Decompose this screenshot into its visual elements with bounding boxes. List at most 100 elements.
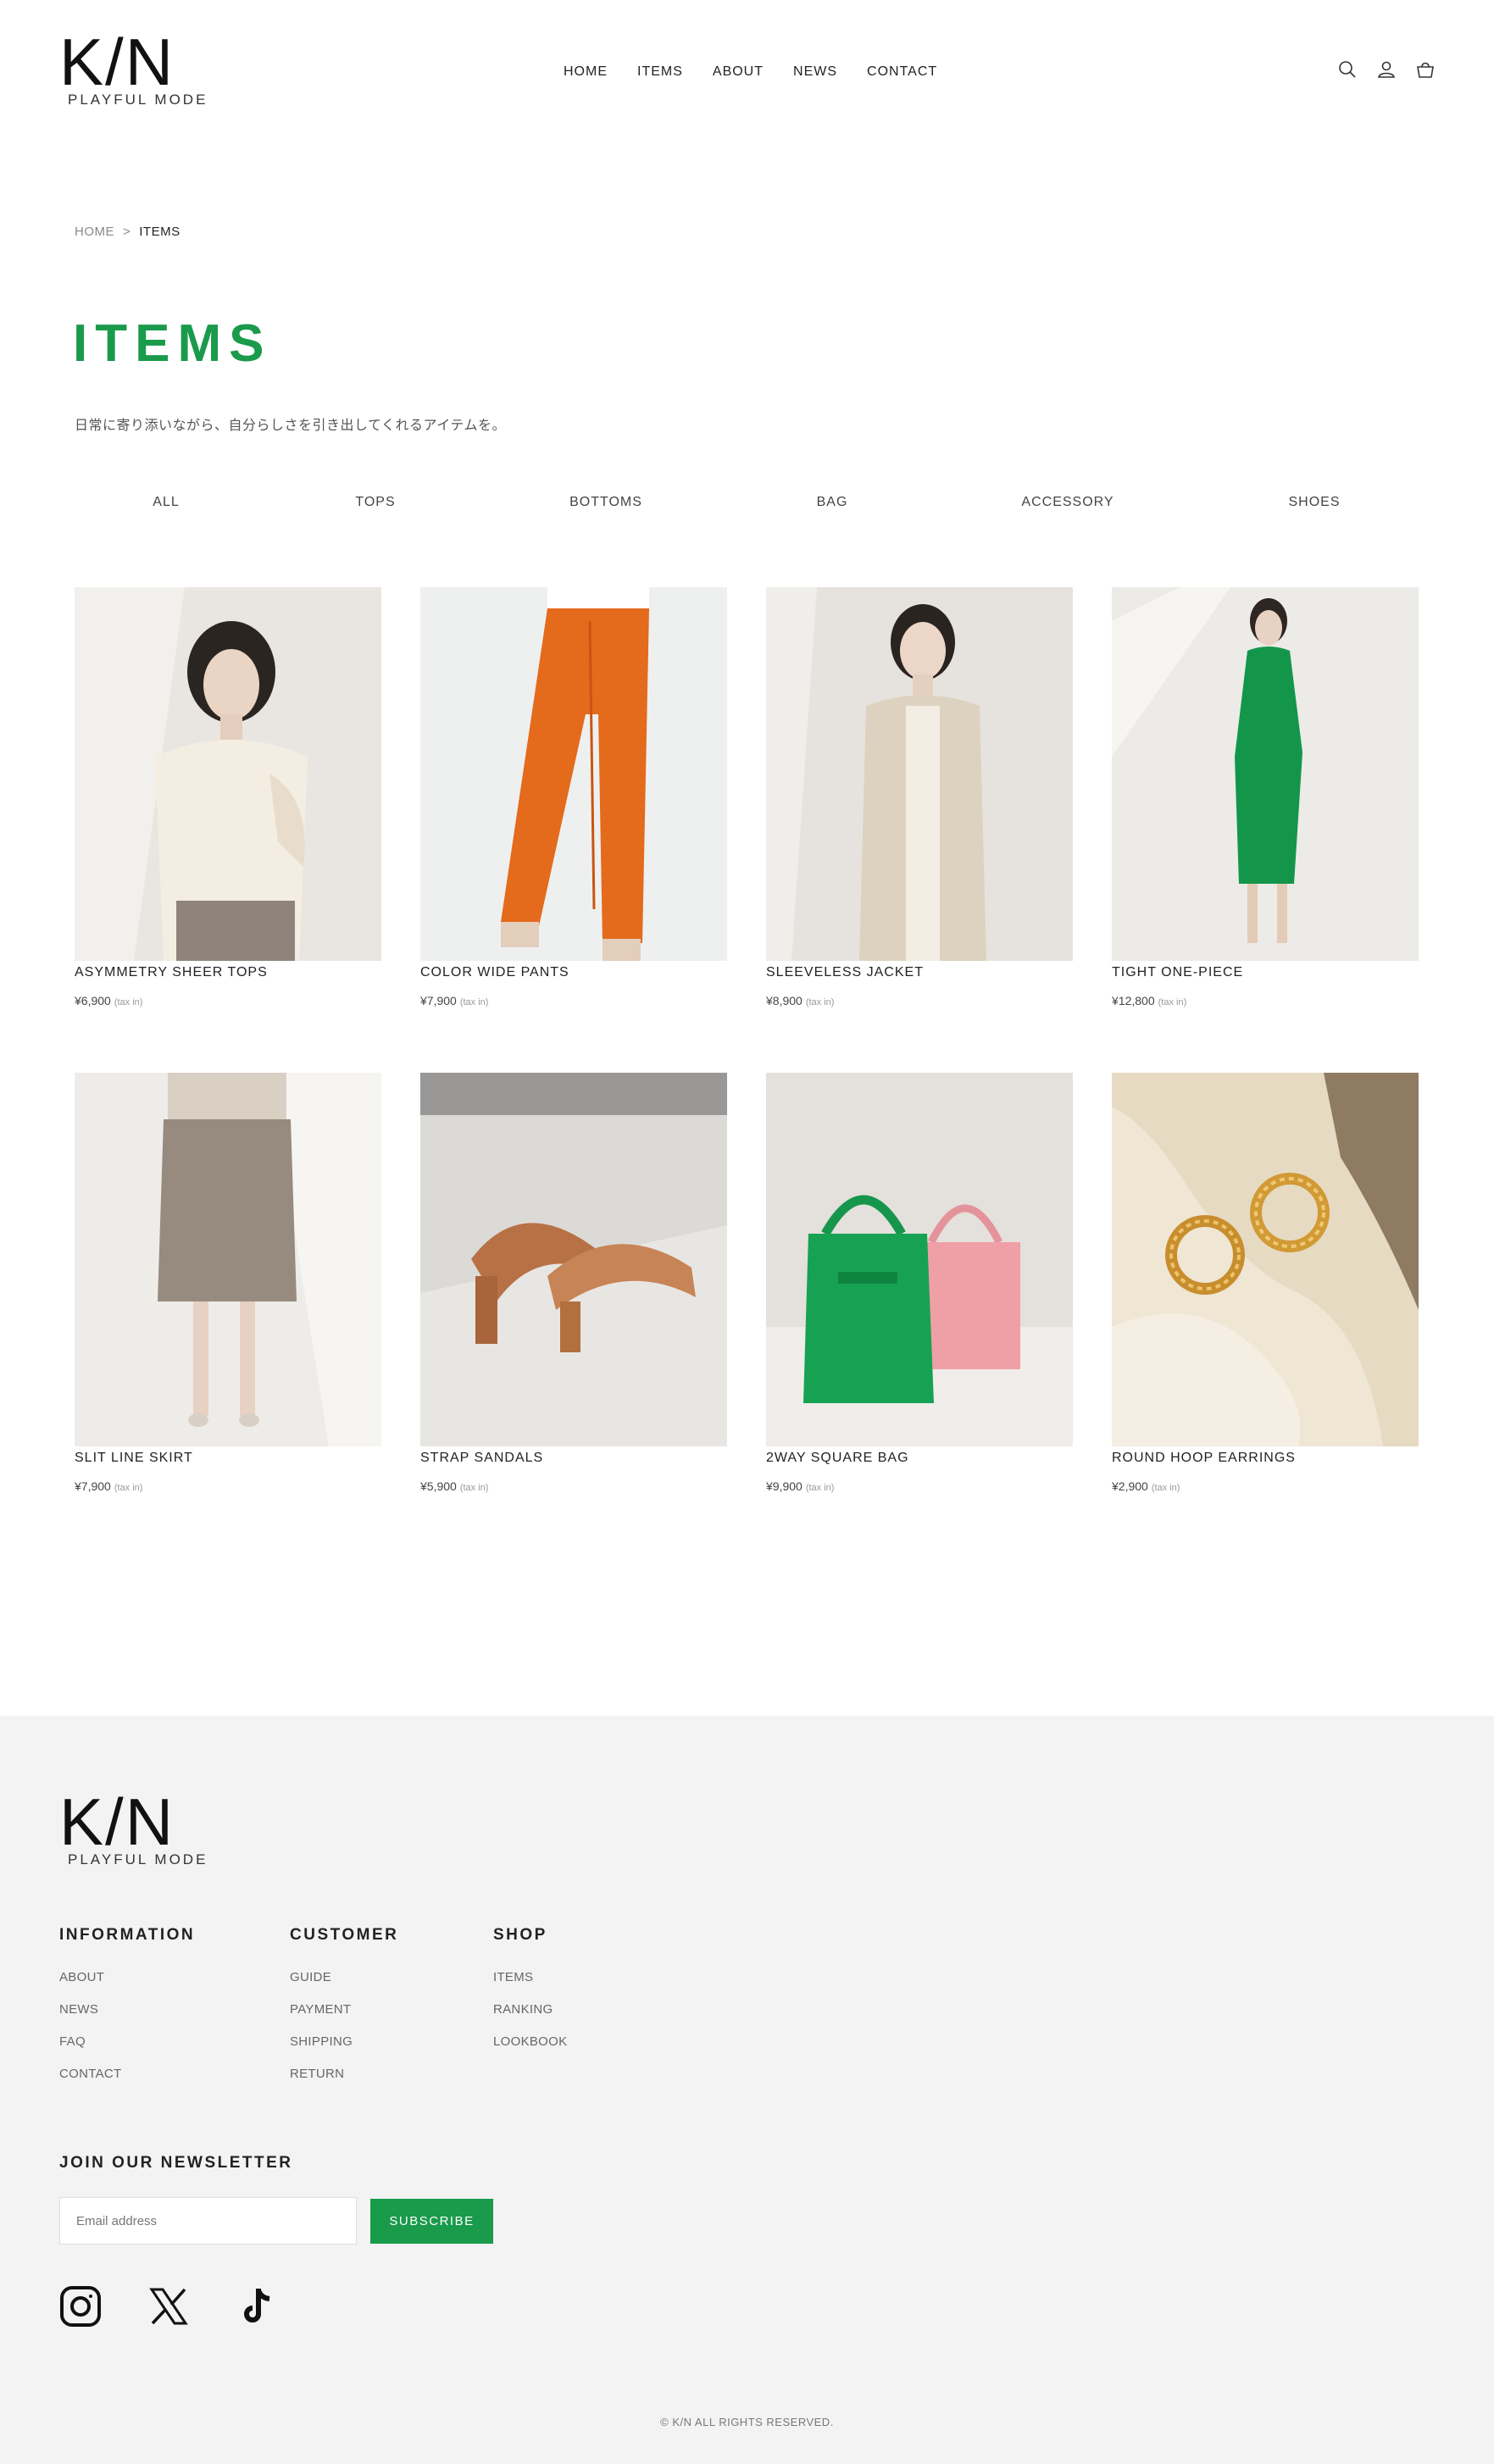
category-filter: ALL TOPS BOTTOMS BAG ACCESSORY SHOES (75, 495, 1419, 520)
product-price-line: ¥8,900 (tax in) (766, 994, 1073, 1009)
product-price-line: ¥7,900 (tax in) (420, 994, 727, 1009)
product-card[interactable]: ASYMMETRY SHEER TOPS ¥6,900 (tax in) (75, 587, 381, 1009)
product-image[interactable] (420, 587, 727, 961)
product-name[interactable]: COLOR WIDE PANTS (420, 965, 727, 980)
product-price: ¥9,900 (766, 1479, 803, 1493)
product-image[interactable] (766, 587, 1073, 961)
footer-link-about[interactable]: ABOUT (59, 1970, 195, 1984)
site-header: K/N PLAYFUL MODE HOME ITEMS ABOUT NEWS C… (0, 0, 1494, 144)
product-tax: (tax in) (459, 997, 489, 1007)
category-tops[interactable]: TOPS (355, 495, 395, 510)
footer-column-title: INFORMATION (59, 1926, 196, 1944)
nav-news[interactable]: NEWS (793, 64, 837, 80)
product-price-line: ¥6,900 (tax in) (75, 994, 381, 1009)
product-card[interactable]: SLEEVELESS JACKET ¥8,900 (tax in) (766, 587, 1073, 1009)
nav-home[interactable]: HOME (564, 64, 608, 80)
product-image[interactable] (1112, 587, 1419, 961)
product-price: ¥6,900 (75, 994, 111, 1007)
product-card[interactable]: 2WAY SQUARE BAG ¥9,900 (tax in) (766, 1073, 1073, 1495)
category-all[interactable]: ALL (153, 495, 179, 510)
product-tax: (tax in) (805, 1483, 835, 1493)
footer-brand-mark: K/N (59, 1784, 175, 1859)
footer-link-guide[interactable]: GUIDE (290, 1970, 398, 1984)
search-icon[interactable] (1337, 59, 1358, 80)
product-price: ¥12,800 (1112, 994, 1155, 1007)
product-tax: (tax in) (114, 1483, 143, 1493)
main-nav: HOME ITEMS ABOUT NEWS CONTACT (564, 64, 967, 80)
footer-link-contact[interactable]: CONTACT (59, 2067, 195, 2081)
product-card[interactable]: ROUND HOOP EARRINGS ¥2,900 (tax in) (1112, 1073, 1419, 1495)
cart-icon[interactable] (1415, 59, 1436, 80)
category-shoes[interactable]: SHOES (1288, 495, 1340, 510)
footer-link-ranking[interactable]: RANKING (493, 2002, 567, 2017)
product-card[interactable]: TIGHT ONE-PIECE ¥12,800 (tax in) (1112, 587, 1419, 1009)
footer-column-customer: CUSTOMER GUIDE PAYMENT SHIPPING RETURN (290, 1926, 398, 2099)
product-name[interactable]: SLEEVELESS JACKET (766, 965, 1073, 980)
product-name[interactable]: TIGHT ONE-PIECE (1112, 965, 1419, 980)
product-name[interactable]: ASYMMETRY SHEER TOPS (75, 965, 381, 980)
header-icons (1337, 59, 1436, 80)
category-bottoms[interactable]: BOTTOMS (569, 495, 642, 510)
nav-items[interactable]: ITEMS (637, 64, 683, 80)
brand-tagline: PLAYFUL MODE (68, 92, 208, 108)
product-price-line: ¥12,800 (tax in) (1112, 994, 1419, 1009)
user-icon[interactable] (1376, 59, 1397, 80)
product-name[interactable]: 2WAY SQUARE BAG (766, 1451, 1073, 1466)
product-price-line: ¥5,900 (tax in) (420, 1479, 727, 1495)
product-image[interactable] (766, 1073, 1073, 1446)
product-card[interactable]: COLOR WIDE PANTS ¥7,900 (tax in) (420, 587, 727, 1009)
product-name[interactable]: SLIT LINE SKIRT (75, 1451, 381, 1466)
footer-link-lookbook[interactable]: LOOKBOOK (493, 2034, 567, 2049)
brand-mark: K/N (59, 25, 175, 99)
nav-contact[interactable]: CONTACT (867, 64, 937, 80)
product-price-line: ¥9,900 (tax in) (766, 1479, 1073, 1495)
footer-column-title: CUSTOMER (290, 1926, 399, 1944)
product-price: ¥2,900 (1112, 1479, 1148, 1493)
footer-link-payment[interactable]: PAYMENT (290, 2002, 398, 2017)
product-tax: (tax in) (1158, 997, 1187, 1007)
breadcrumb-home[interactable]: HOME (75, 225, 114, 239)
newsletter-email-input[interactable] (59, 2197, 357, 2245)
newsletter-title: JOIN OUR NEWSLETTER (59, 2154, 293, 2172)
instagram-icon[interactable] (59, 2285, 102, 2328)
footer-link-faq[interactable]: FAQ (59, 2034, 195, 2049)
tiktok-icon[interactable] (236, 2285, 278, 2328)
product-image[interactable] (1112, 1073, 1419, 1446)
page-lead: 日常に寄り添いながら、自分らしさを引き出してくれるアイテムを。 (75, 419, 506, 433)
footer-link-return[interactable]: RETURN (290, 2067, 398, 2081)
footer-link-shipping[interactable]: SHIPPING (290, 2034, 398, 2049)
nav-about[interactable]: ABOUT (713, 64, 764, 80)
product-tax: (tax in) (805, 997, 835, 1007)
product-price: ¥7,900 (75, 1479, 111, 1493)
product-image[interactable] (420, 1073, 727, 1446)
product-price: ¥5,900 (420, 1479, 457, 1493)
product-price-line: ¥7,900 (tax in) (75, 1479, 381, 1495)
page-title: ITEMS (73, 314, 272, 373)
brand-logo[interactable]: K/N PLAYFUL MODE (59, 25, 208, 108)
footer-column-shop: SHOP ITEMS RANKING LOOKBOOK (493, 1926, 567, 2067)
x-icon[interactable] (147, 2285, 190, 2328)
product-tax: (tax in) (1151, 1483, 1180, 1493)
site-footer: K/N PLAYFUL MODE INFORMATION ABOUT NEWS … (0, 1716, 1494, 2464)
product-image[interactable] (75, 1073, 381, 1446)
product-card[interactable]: SLIT LINE SKIRT ¥7,900 (tax in) (75, 1073, 381, 1495)
product-price: ¥8,900 (766, 994, 803, 1007)
breadcrumb: HOME > ITEMS (75, 225, 181, 239)
footer-column-title: SHOP (493, 1926, 547, 1944)
footer-logo[interactable]: K/N PLAYFUL MODE (59, 1784, 208, 1868)
product-card[interactable]: STRAP SANDALS ¥5,900 (tax in) (420, 1073, 727, 1495)
product-tax: (tax in) (459, 1483, 489, 1493)
subscribe-button[interactable]: SUBSCRIBE (370, 2199, 493, 2244)
product-name[interactable]: STRAP SANDALS (420, 1451, 727, 1466)
category-accessory[interactable]: ACCESSORY (1021, 495, 1114, 510)
product-tax: (tax in) (114, 997, 143, 1007)
product-image[interactable] (75, 587, 381, 961)
footer-link-items[interactable]: ITEMS (493, 1970, 567, 1984)
breadcrumb-current: ITEMS (139, 225, 181, 239)
footer-column-information: INFORMATION ABOUT NEWS FAQ CONTACT (59, 1926, 195, 2099)
product-name[interactable]: ROUND HOOP EARRINGS (1112, 1451, 1419, 1466)
footer-brand-tagline: PLAYFUL MODE (68, 1851, 208, 1867)
footer-link-news[interactable]: NEWS (59, 2002, 195, 2017)
copyright: © K/N ALL RIGHTS RESERVED. (660, 2416, 834, 2428)
category-bag[interactable]: BAG (817, 495, 848, 510)
